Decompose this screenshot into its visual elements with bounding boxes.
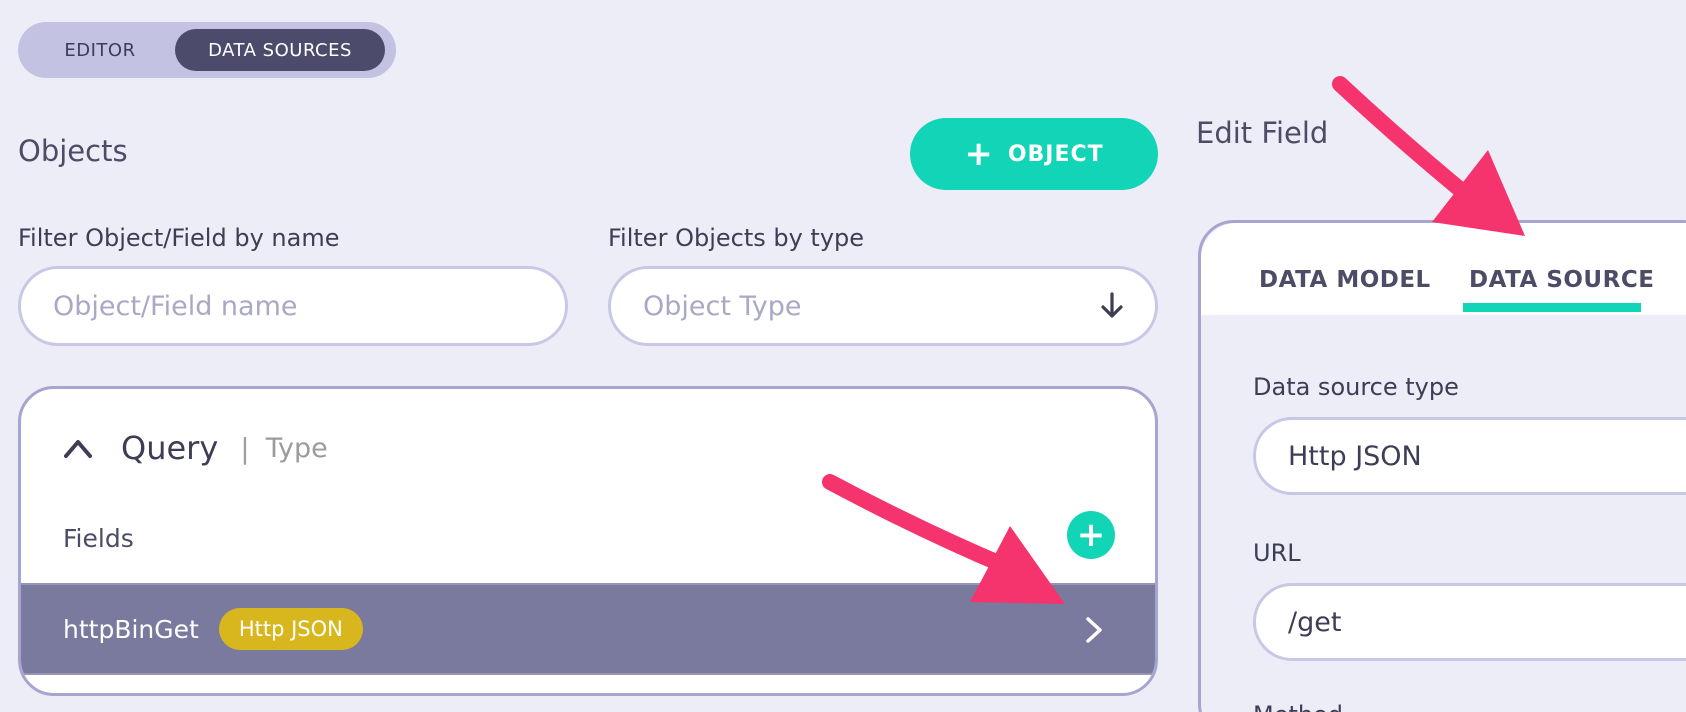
data-sources-tab[interactable]: DATA SOURCES <box>175 29 385 71</box>
field-name: httpBinGet <box>63 614 199 644</box>
active-tab-indicator <box>1463 303 1641 312</box>
url-label: URL <box>1253 539 1301 567</box>
object-separator: | <box>240 431 250 465</box>
fields-label: Fields <box>63 524 134 553</box>
query-object-card: Query | Type Fields + httpBinGet Http JS… <box>18 386 1158 696</box>
filter-type-select[interactable]: Object Type <box>608 266 1158 346</box>
tab-data-source[interactable]: DATA SOURCE <box>1469 267 1654 293</box>
edit-field-title: Edit Field <box>1196 116 1329 150</box>
edit-field-panel: DATA MODEL DATA SOURCE Data source type … <box>1198 220 1686 712</box>
method-label: Method <box>1253 701 1343 712</box>
filter-name-label: Filter Object/Field by name <box>18 224 340 252</box>
add-object-button[interactable]: + OBJECT <box>910 118 1158 190</box>
filter-name-input[interactable]: Object/Field name <box>18 266 568 346</box>
plus-icon: + <box>964 134 994 174</box>
field-datasource-badge: Http JSON <box>218 608 363 650</box>
object-type-label: Type <box>265 432 328 464</box>
tab-data-model[interactable]: DATA MODEL <box>1259 267 1431 293</box>
objects-title: Objects <box>18 134 128 168</box>
data-source-type-field[interactable]: Http JSON <box>1253 417 1686 495</box>
edit-field-tabs: DATA MODEL DATA SOURCE <box>1201 223 1686 315</box>
filter-type-label: Filter Objects by type <box>608 224 865 252</box>
plus-icon: + <box>1076 515 1106 555</box>
object-name: Query <box>121 429 219 467</box>
query-header[interactable]: Query | Type <box>63 429 328 467</box>
field-row[interactable]: httpBinGet Http JSON <box>21 583 1155 675</box>
arrow-down-icon <box>1101 292 1123 318</box>
chevron-right-icon[interactable] <box>1083 615 1105 645</box>
add-field-button[interactable]: + <box>1067 511 1115 559</box>
editor-datasources-toggle: EDITOR DATA SOURCES <box>18 22 396 78</box>
data-source-type-label: Data source type <box>1253 373 1459 401</box>
editor-tab[interactable]: EDITOR <box>25 29 175 71</box>
filter-type-placeholder: Object Type <box>643 290 802 322</box>
url-field[interactable]: /get <box>1253 583 1686 661</box>
chevron-up-icon[interactable] <box>63 437 93 459</box>
annotation-arrow-data-source-tab <box>1332 76 1525 236</box>
add-object-label: OBJECT <box>1007 141 1104 167</box>
